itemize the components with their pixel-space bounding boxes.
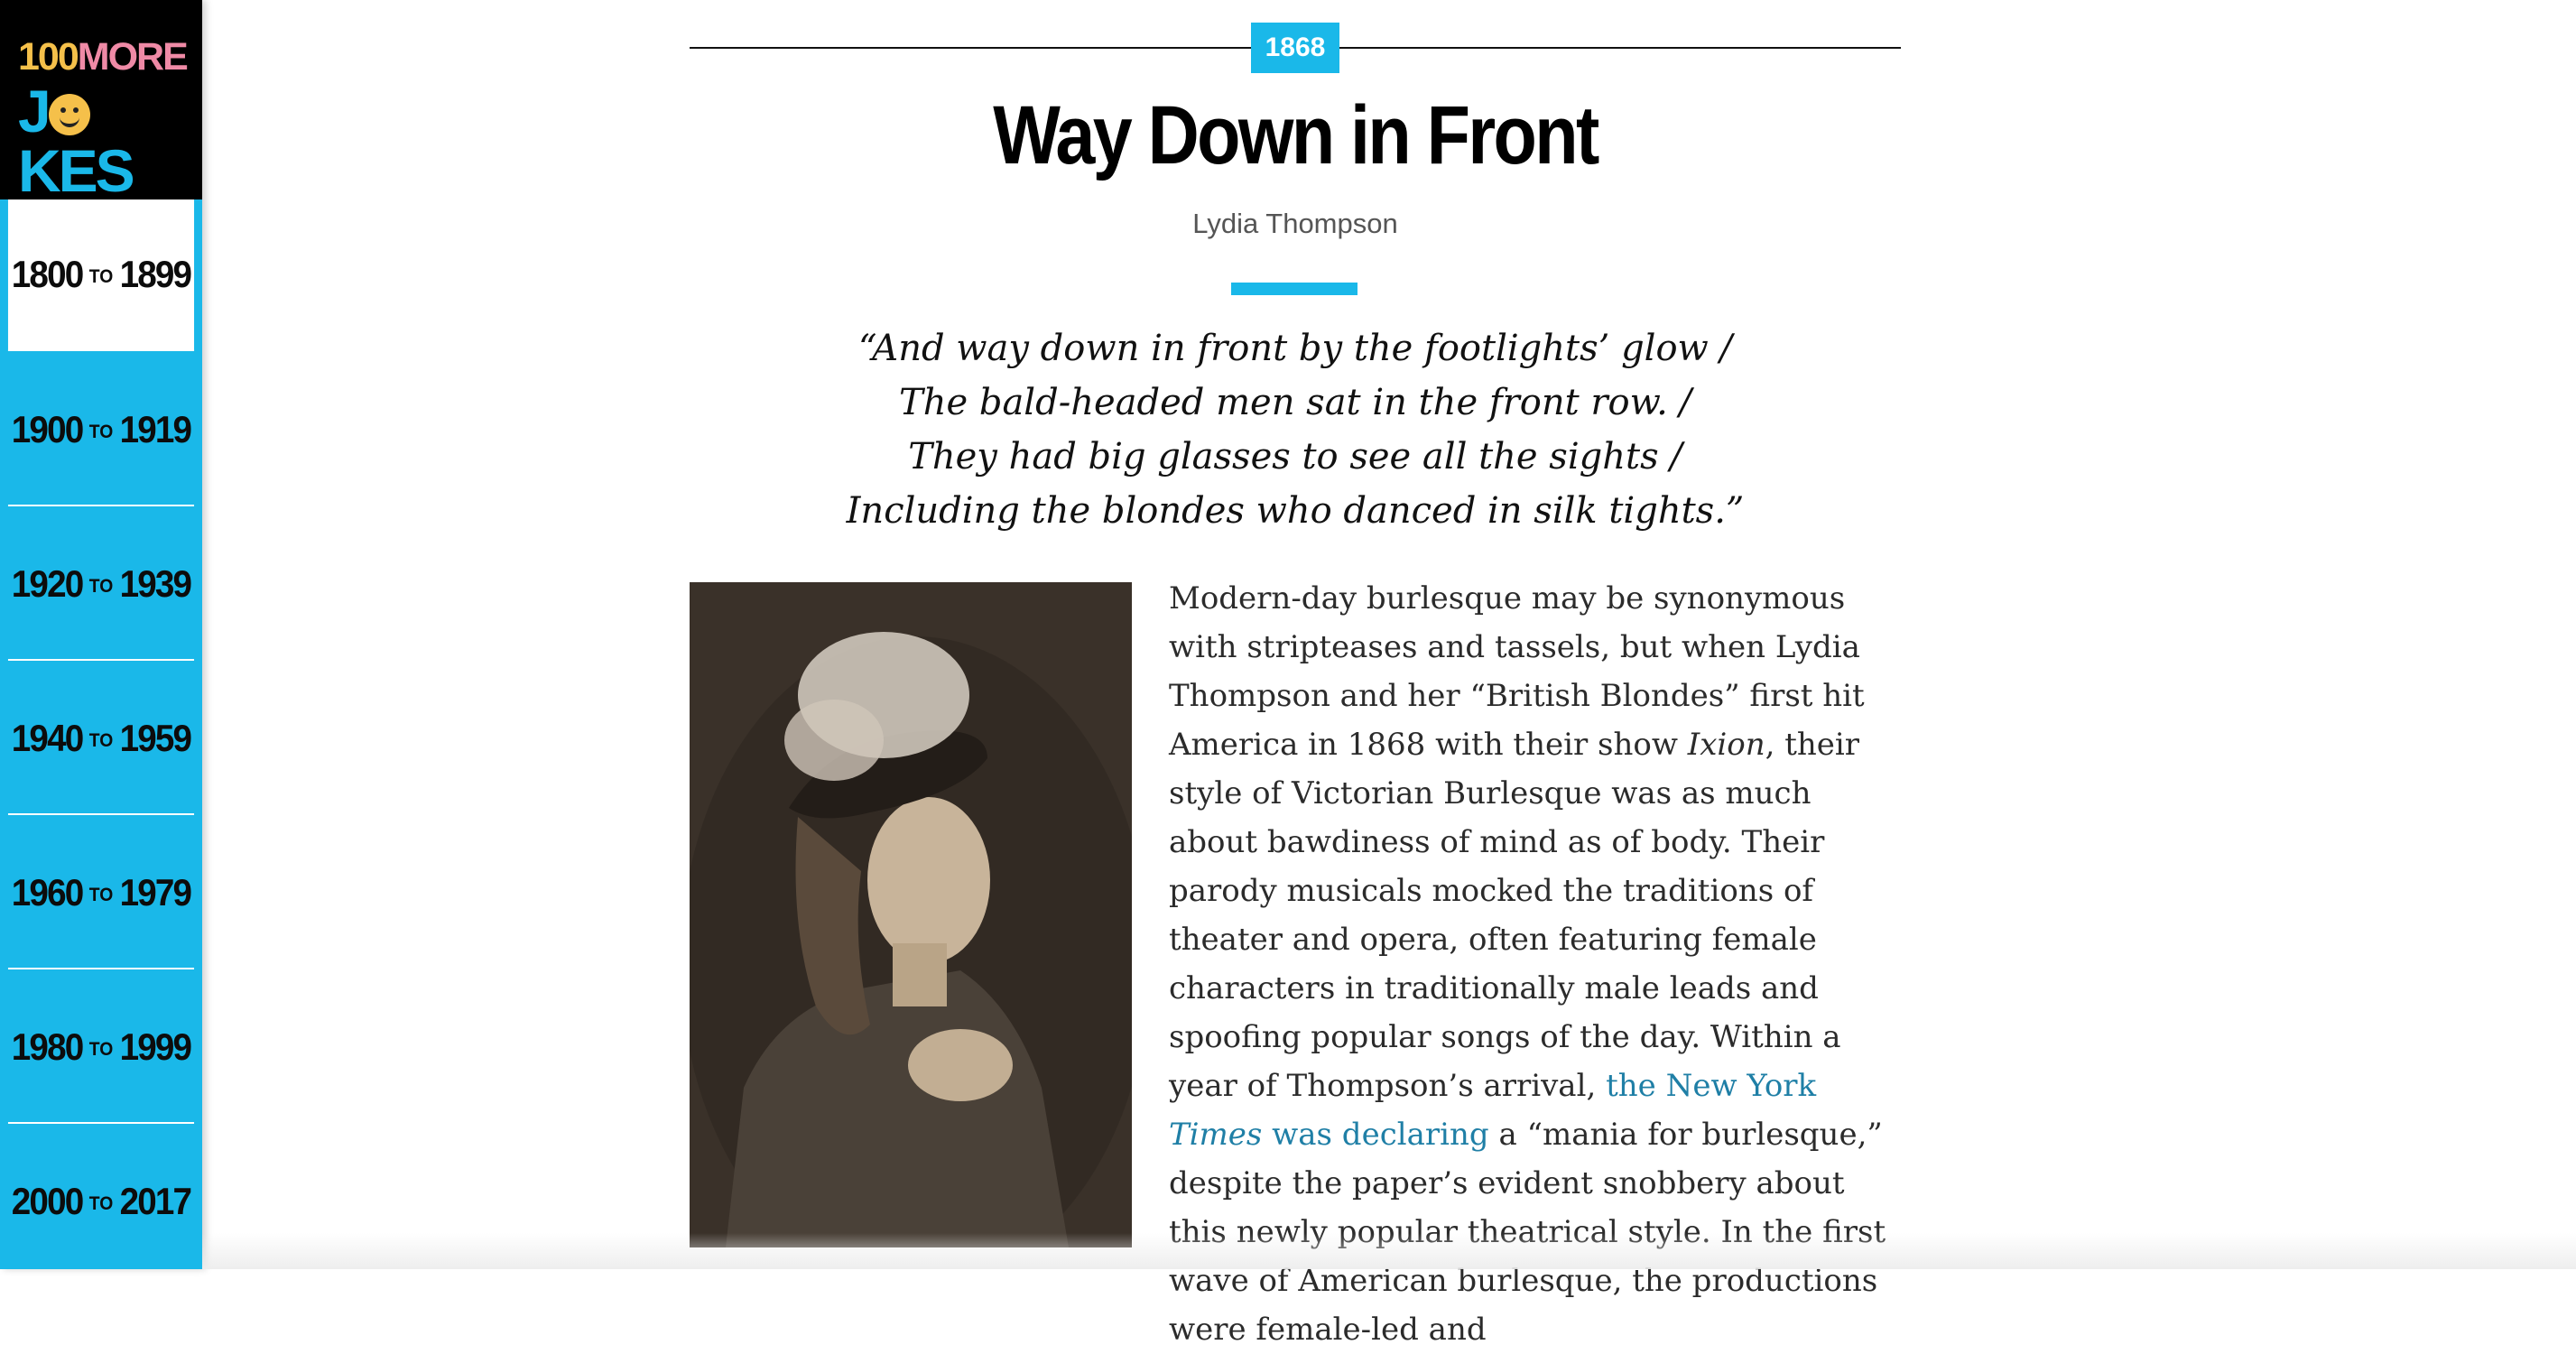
nav-era-1920-1939[interactable]: 1920 TO 1939 <box>7 509 195 661</box>
quote-line: Including the blondes who danced in silk… <box>846 490 1745 532</box>
portrait-photo <box>690 582 1132 1247</box>
nav-era-1960-1979[interactable]: 1960 TO 1979 <box>7 818 195 969</box>
nav-era-2000-2017[interactable]: 2000 TO 2017 <box>7 1127 195 1278</box>
nav-era-1940-1959[interactable]: 1940 TO 1959 <box>7 663 195 815</box>
sidebar: 100MORE J KES 1800 TO 1899 1900 TO 1919 1920 T… <box>0 0 202 1278</box>
smiley-icon <box>48 94 90 135</box>
quote-line: The bald-headed men sat in the front row… <box>899 382 1691 423</box>
logo-line-2: J KES <box>18 78 135 204</box>
joke-title: Way Down in Front <box>993 89 1599 181</box>
bottom-fade <box>202 1233 2576 1269</box>
body-text: , their style of Victorian Burlesque was… <box>1169 727 1860 1104</box>
site-logo[interactable]: 100MORE J KES <box>0 0 202 204</box>
logo-line-1: 100MORE <box>18 35 189 79</box>
show-title: Ixion <box>1687 727 1765 763</box>
year-badge: 1868 <box>1251 23 1339 73</box>
nav-era-1800-1899[interactable]: 1800 TO 1899 <box>7 199 195 351</box>
joke-quote: “And way down in front by the footlights… <box>690 321 1901 538</box>
quote-line: They had big glasses to see all the sigh… <box>908 436 1682 478</box>
quote-line: “And way down in front by the footlights… <box>858 328 1732 369</box>
joke-author: Lydia Thompson <box>1192 208 1398 239</box>
portrait-image <box>690 582 1132 1247</box>
nav-era-1980-1999[interactable]: 1980 TO 1999 <box>7 972 195 1124</box>
accent-bar <box>1231 283 1357 295</box>
nav-era-1900-1919[interactable]: 1900 TO 1919 <box>7 355 195 506</box>
